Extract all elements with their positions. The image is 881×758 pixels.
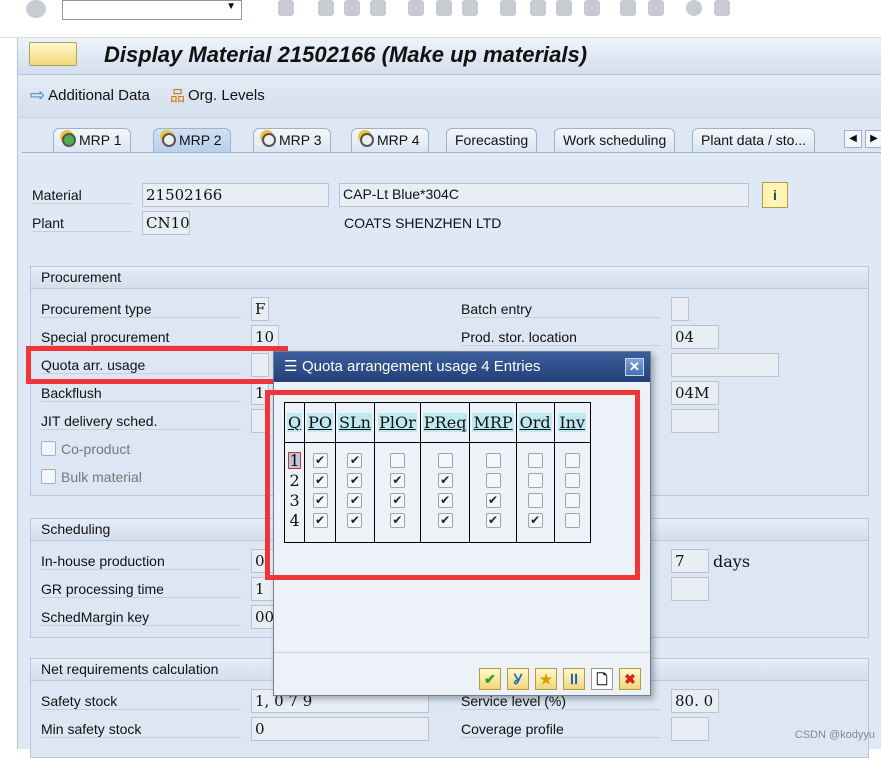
- cancel-icon[interactable]: [370, 0, 386, 16]
- info-icon[interactable]: i: [762, 182, 788, 208]
- procurement-type-field[interactable]: F: [251, 297, 269, 321]
- org-structure-icon: 品: [170, 88, 186, 105]
- close-icon[interactable]: ✕: [625, 358, 644, 376]
- min-safety-stock-field[interactable]: 0: [251, 717, 429, 741]
- days-unit: days: [713, 552, 751, 571]
- batch-entry-field[interactable]: [671, 297, 689, 321]
- page-title: Display Material 21502166 (Make up mater…: [104, 42, 588, 67]
- layout-icon[interactable]: [714, 0, 730, 16]
- org-levels-button[interactable]: 品 Org. Levels: [170, 85, 265, 106]
- prev-page-icon[interactable]: [530, 0, 546, 16]
- cancel-icon[interactable]: ✖: [619, 668, 641, 690]
- shortcut-icon[interactable]: [648, 0, 664, 16]
- application-toolbar: ⇨ Additional Data 品 Org. Levels: [18, 75, 881, 118]
- table-highlight-box: [265, 390, 640, 580]
- gr-processing-label: GR processing time: [41, 581, 241, 598]
- jit-delivery-label: JIT delivery sched.: [41, 413, 241, 430]
- procurement-header: Procurement: [31, 267, 868, 289]
- coverage-profile-label: Coverage profile: [461, 721, 661, 738]
- schedmargin-label: SchedMargin key: [41, 609, 241, 626]
- print-icon[interactable]: [408, 0, 424, 16]
- inhouse-production-label: In-house production: [41, 553, 241, 570]
- dialog-title: Quota arrangement usage 4 Entries: [302, 358, 541, 375]
- prod-stor-location-label: Prod. stor. location: [461, 329, 661, 346]
- system-toolbar: ▼: [0, 0, 881, 38]
- mrp-icon: [162, 133, 176, 147]
- find-icon[interactable]: [436, 0, 452, 16]
- tab-plant-data[interactable]: Plant data / sto...: [692, 128, 816, 152]
- help-icon[interactable]: [686, 0, 702, 16]
- plant-field[interactable]: CN10: [142, 211, 190, 235]
- service-level-field[interactable]: 80. 0: [671, 689, 719, 713]
- planned-delivery-field[interactable]: 7: [671, 549, 709, 573]
- first-page-icon[interactable]: [500, 0, 516, 16]
- mrp-icon: [262, 133, 276, 147]
- watermark: CSDN @kodyyu: [794, 729, 875, 741]
- dropdown-icon[interactable]: ▼: [226, 1, 236, 12]
- plant-label: Plant: [32, 215, 132, 232]
- batch-entry-label: Batch entry: [461, 301, 661, 318]
- procurement-type-label: Procurement type: [41, 301, 241, 318]
- co-product-label: Co-product: [61, 441, 131, 457]
- new-session-icon[interactable]: [620, 0, 636, 16]
- title-bar: Display Material 21502166 (Make up mater…: [18, 38, 881, 75]
- tab-mrp-3[interactable]: MRP 3: [253, 128, 331, 152]
- procurement-field-empty[interactable]: [671, 353, 779, 377]
- tab-mrp-1[interactable]: MRP 1: [53, 128, 131, 152]
- exit-icon[interactable]: [344, 0, 360, 16]
- additional-data-button[interactable]: ⇨ Additional Data: [30, 85, 150, 106]
- command-field[interactable]: ▼: [62, 0, 242, 20]
- binoculars-icon[interactable]: ⵏⵏ: [563, 668, 585, 690]
- tab-forecasting[interactable]: Forecasting: [446, 128, 538, 152]
- material-description-field[interactable]: CAP-Lt Blue*304C: [339, 183, 749, 207]
- tab-work-scheduling[interactable]: Work scheduling: [554, 128, 676, 152]
- prod-stor-location-field[interactable]: 04: [671, 325, 719, 349]
- tab-mrp-2[interactable]: MRP 2: [153, 128, 231, 152]
- status-ok-icon: [62, 133, 76, 147]
- scheduling-field-blank[interactable]: [671, 577, 709, 601]
- material-label: Material: [32, 187, 132, 204]
- new-document-icon[interactable]: 🗋: [591, 668, 613, 690]
- add-favorite-icon[interactable]: ★: [535, 668, 557, 690]
- menu-button[interactable]: [29, 42, 77, 66]
- find-next-icon[interactable]: [462, 0, 478, 16]
- procurement-field-blank[interactable]: [671, 409, 719, 433]
- back-icon[interactable]: [318, 0, 334, 16]
- coverage-profile-field[interactable]: [671, 717, 709, 741]
- special-procurement-label: Special procurement: [41, 329, 241, 346]
- dialog-title-bar: ☰ Quota arrangement usage 4 Entries ✕: [274, 352, 650, 382]
- enter-icon[interactable]: [26, 0, 46, 18]
- dialog-divider: [274, 652, 650, 653]
- mrp-icon: [360, 133, 374, 147]
- material-field[interactable]: 21502166: [142, 183, 329, 207]
- last-page-icon[interactable]: [584, 0, 600, 16]
- confirm-check-icon[interactable]: ✔: [479, 668, 501, 690]
- safety-stock-label: Safety stock: [41, 693, 241, 710]
- next-page-icon[interactable]: [556, 0, 572, 16]
- bulk-material-label: Bulk material: [61, 469, 142, 485]
- bulk-material-checkbox[interactable]: [41, 469, 56, 484]
- co-product-checkbox[interactable]: [41, 441, 56, 456]
- save-icon[interactable]: [278, 0, 294, 16]
- min-safety-stock-label: Min safety stock: [41, 721, 241, 738]
- arrow-right-icon: ⇨: [30, 85, 46, 105]
- list-icon: ☰: [284, 358, 298, 375]
- quota-highlight-box: [26, 346, 288, 384]
- tab-scroll-right-icon[interactable]: ▶: [865, 130, 881, 148]
- plant-description: COATS SHENZHEN LTD: [344, 215, 502, 231]
- tab-scroll-left-icon[interactable]: ◀: [844, 130, 862, 148]
- procurement-field-04m[interactable]: 04M: [671, 381, 719, 405]
- tab-mrp-4[interactable]: MRP 4: [351, 128, 429, 152]
- backflush-label: Backflush: [41, 385, 241, 402]
- filter-icon[interactable]: Ỿ: [507, 668, 529, 690]
